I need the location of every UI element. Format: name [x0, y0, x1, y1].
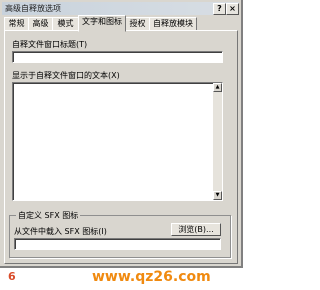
dialog-title: 高级自释放选项: [5, 4, 61, 13]
sfx-icon-file-label: 从文件中载入 SFX 图标(I): [14, 227, 107, 236]
watermark: www.qz26.com: [92, 269, 211, 285]
custom-sfx-icon-group-title: 自定义 SFX 图标: [16, 210, 81, 221]
browse-button[interactable]: 浏览(B)...: [171, 223, 221, 236]
vertical-scrollbar[interactable]: ▲ ▼: [213, 83, 222, 200]
scroll-down-arrow-icon[interactable]: ▼: [213, 191, 222, 200]
window-text-textarea[interactable]: ▲ ▼: [12, 82, 223, 201]
tab-sfx-module[interactable]: 自释放模块: [149, 17, 197, 31]
scroll-up-arrow-icon[interactable]: ▲: [213, 83, 222, 92]
tab-general[interactable]: 常规: [4, 17, 29, 31]
tab-license[interactable]: 授权: [125, 17, 150, 31]
tab-mode[interactable]: 模式: [52, 17, 79, 31]
window-title-label: 自释文件窗口标题(T): [12, 40, 88, 49]
tab-text-and-icon[interactable]: 文字和图标: [78, 15, 126, 32]
advanced-sfx-options-dialog: 高级自释放选项 ? × 常规 高级 模式 文字和图标 授权 自释放模块 自释文件…: [0, 0, 243, 268]
tab-panel-text-and-icon: 自释文件窗口标题(T) 显示于自释文件窗口的文本(X) ▲ ▼ 自定义 SFX …: [4, 30, 238, 264]
help-button[interactable]: ?: [213, 3, 226, 15]
figure-number: 6: [8, 270, 16, 283]
window-title-input[interactable]: [12, 51, 223, 63]
sfx-icon-file-input[interactable]: [14, 238, 221, 250]
tab-advanced[interactable]: 高级: [28, 17, 53, 31]
window-text-label: 显示于自释文件窗口的文本(X): [12, 71, 120, 80]
custom-sfx-icon-group: 自定义 SFX 图标 从文件中载入 SFX 图标(I) 浏览(B)...: [9, 210, 231, 258]
close-button[interactable]: ×: [226, 3, 239, 15]
title-bar: 高级自释放选项 ? ×: [2, 2, 239, 15]
